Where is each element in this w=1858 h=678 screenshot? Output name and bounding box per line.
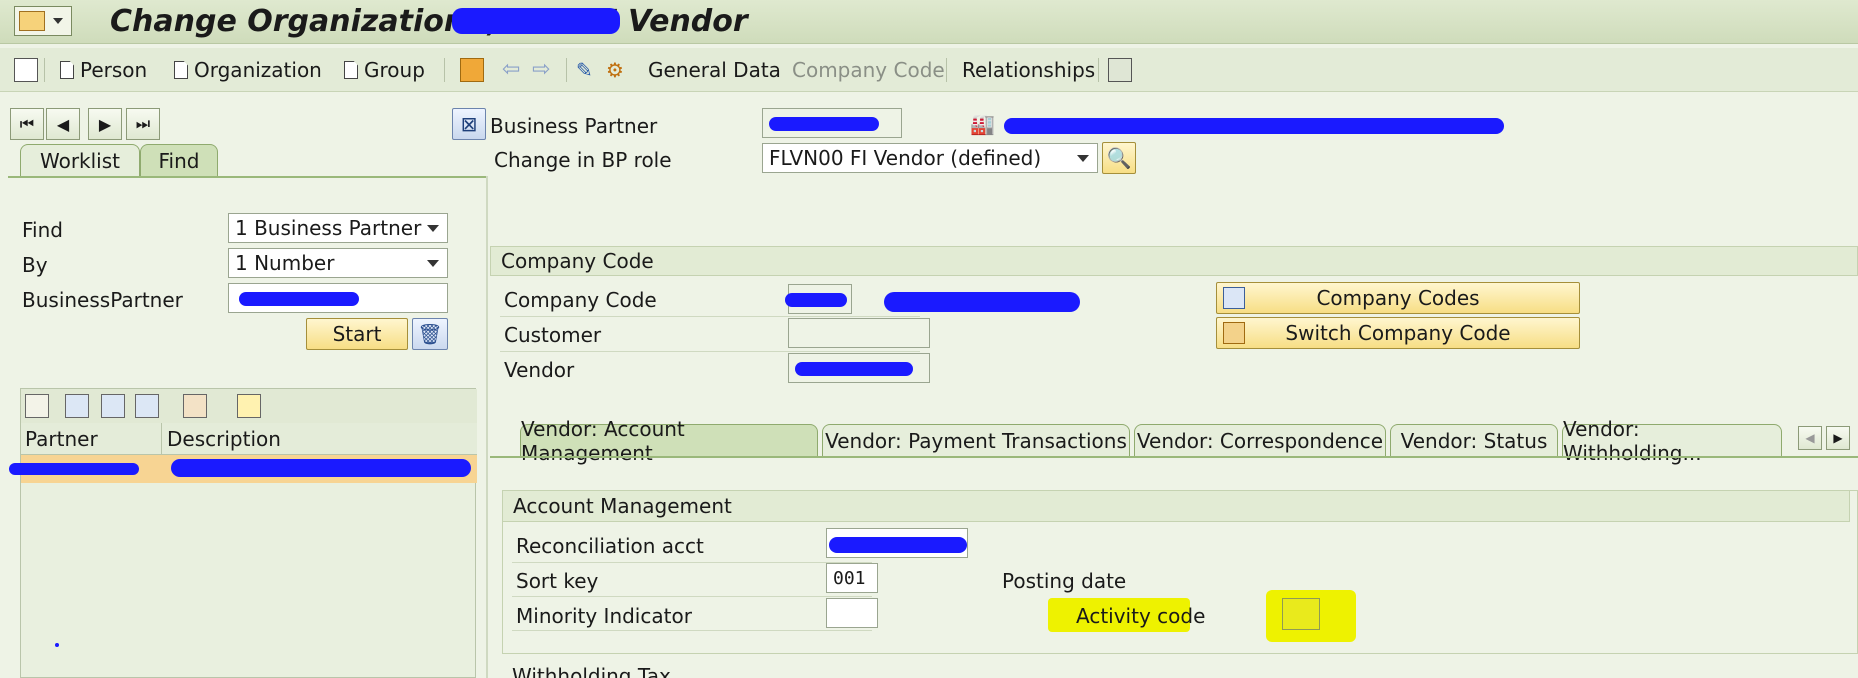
tab-vendor-withholding[interactable]: Vendor: Withholding... xyxy=(1562,417,1782,465)
reconciliation-label: Reconciliation acct xyxy=(516,534,704,558)
general-data-button[interactable]: General Data xyxy=(648,58,781,82)
person-button[interactable]: Person xyxy=(60,58,147,82)
organization-button[interactable]: Organization xyxy=(174,58,322,82)
first-record-button[interactable]: ⏮ xyxy=(10,108,44,140)
redaction-mark xyxy=(452,8,620,34)
company-codes-icon xyxy=(1223,287,1245,309)
role-label: Change in BP role xyxy=(494,148,672,172)
customer-label: Customer xyxy=(504,323,602,347)
redaction-mark xyxy=(829,537,967,553)
filter-icon[interactable] xyxy=(135,394,159,418)
reconciliation-input[interactable] xyxy=(826,528,968,558)
details-icon[interactable] xyxy=(25,394,49,418)
switch-company-code-button[interactable]: Switch Company Code xyxy=(1216,317,1580,349)
title-bar: Change Organization: , role FI Vendor xyxy=(0,0,1858,44)
minority-label: Minority Indicator xyxy=(516,604,692,628)
withholding-tax-section-title: Withholding Tax xyxy=(512,666,671,678)
relationships-button[interactable]: Relationships xyxy=(962,58,1095,82)
find-label: Find xyxy=(22,218,63,242)
redaction-mark xyxy=(239,292,359,306)
column-description[interactable]: Description xyxy=(167,427,281,451)
activity-code-checkbox[interactable] xyxy=(1282,598,1320,630)
bp-search-input[interactable] xyxy=(228,283,448,313)
tab-worklist[interactable]: Worklist xyxy=(20,144,140,176)
start-button[interactable]: Start xyxy=(306,318,408,350)
results-grid: Partner Description xyxy=(9,388,477,678)
minority-input[interactable] xyxy=(826,598,878,628)
application-toolbar: Person Organization Group ⇦ ⇨ ✎ ⚙ Genera… xyxy=(0,48,1858,92)
redaction-mark xyxy=(884,292,1080,312)
system-menu-icon[interactable] xyxy=(14,6,72,36)
sort-key-input[interactable]: 001 xyxy=(826,563,878,593)
tab-vendor-payment-transactions[interactable]: Vendor: Payment Transactions xyxy=(822,424,1130,456)
previous-record-button[interactable]: ◀ xyxy=(46,108,80,140)
find-select[interactable]: 1 Business Partner xyxy=(228,213,448,243)
redaction-mark xyxy=(785,293,847,307)
close-panel-icon[interactable]: ⊠ xyxy=(452,108,486,140)
window-title: Change Organization: , role FI Vendor xyxy=(110,4,748,39)
section-company-code: Company Code xyxy=(490,246,1858,276)
by-label: By xyxy=(22,253,48,277)
group-button[interactable]: Group xyxy=(344,58,425,82)
column-partner[interactable]: Partner xyxy=(25,427,98,451)
tab-underline xyxy=(8,176,488,178)
bp-search-label: BusinessPartner xyxy=(22,288,183,312)
sort-key-label: Sort key xyxy=(516,569,599,593)
tab-vendor-account-management[interactable]: Vendor: Account Management xyxy=(520,417,818,465)
bp-number-field xyxy=(762,108,902,138)
tab-vendor-status[interactable]: Vendor: Status xyxy=(1390,424,1558,456)
last-record-button[interactable]: ⏭ xyxy=(126,108,160,140)
delete-icon[interactable]: 🗑 xyxy=(412,318,448,350)
tab-underline xyxy=(490,456,1858,458)
list-icon[interactable] xyxy=(14,58,38,82)
tab-find[interactable]: Find xyxy=(140,144,218,176)
edit-pen-icon[interactable]: ✎ xyxy=(576,58,600,82)
switch-company-icon xyxy=(1223,322,1245,344)
redaction-mark xyxy=(9,463,139,475)
activity-code-label: Activity code xyxy=(1076,604,1206,628)
by-select[interactable]: 1 Number xyxy=(228,248,448,278)
table-row[interactable] xyxy=(9,455,477,483)
role-select[interactable]: FLVN00 FI Vendor (defined) xyxy=(762,143,1098,173)
redaction-mark xyxy=(1004,118,1504,134)
switch-icon[interactable]: ⚙ xyxy=(606,58,630,82)
vendor-label: Vendor xyxy=(504,358,575,382)
document-icon xyxy=(60,61,74,79)
document-icon xyxy=(344,61,358,79)
redaction-mark xyxy=(171,459,471,477)
open-folder-icon[interactable] xyxy=(460,58,484,82)
grid-toolbar xyxy=(21,389,477,423)
layout-icon[interactable] xyxy=(183,394,207,418)
grid-header: Partner Description xyxy=(21,423,477,455)
company-code-label: Company Code xyxy=(504,288,657,312)
posting-date-label: Posting date xyxy=(1002,569,1127,593)
company-codes-button[interactable]: Company Codes xyxy=(1216,282,1580,314)
section-account-management: Account Management xyxy=(502,490,1850,522)
find-icon[interactable] xyxy=(65,394,89,418)
add-favorite-icon[interactable] xyxy=(237,394,261,418)
vendor-field xyxy=(788,353,930,383)
document-icon xyxy=(174,61,188,79)
find-next-icon[interactable] xyxy=(101,394,125,418)
redaction-mark xyxy=(769,117,879,131)
settings-icon[interactable] xyxy=(1108,58,1132,82)
back-arrow-icon[interactable]: ⇦ xyxy=(502,59,526,84)
company-code-field[interactable] xyxy=(785,284,852,314)
customer-field xyxy=(788,318,930,348)
organization-icon: 🏭 xyxy=(970,112,995,136)
company-code-button[interactable]: Company Code xyxy=(792,58,945,82)
redaction-mark xyxy=(795,362,913,376)
tabs-scroll-right-button[interactable]: ▶ xyxy=(1826,426,1850,450)
tabs-scroll-left-button[interactable]: ◀ xyxy=(1798,426,1822,450)
role-details-icon[interactable]: 🔍 xyxy=(1102,142,1136,174)
bp-label: Business Partner xyxy=(490,114,658,138)
next-record-button[interactable]: ▶ xyxy=(88,108,122,140)
forward-arrow-icon[interactable]: ⇨ xyxy=(532,59,556,84)
tab-vendor-correspondence[interactable]: Vendor: Correspondence xyxy=(1134,424,1386,456)
